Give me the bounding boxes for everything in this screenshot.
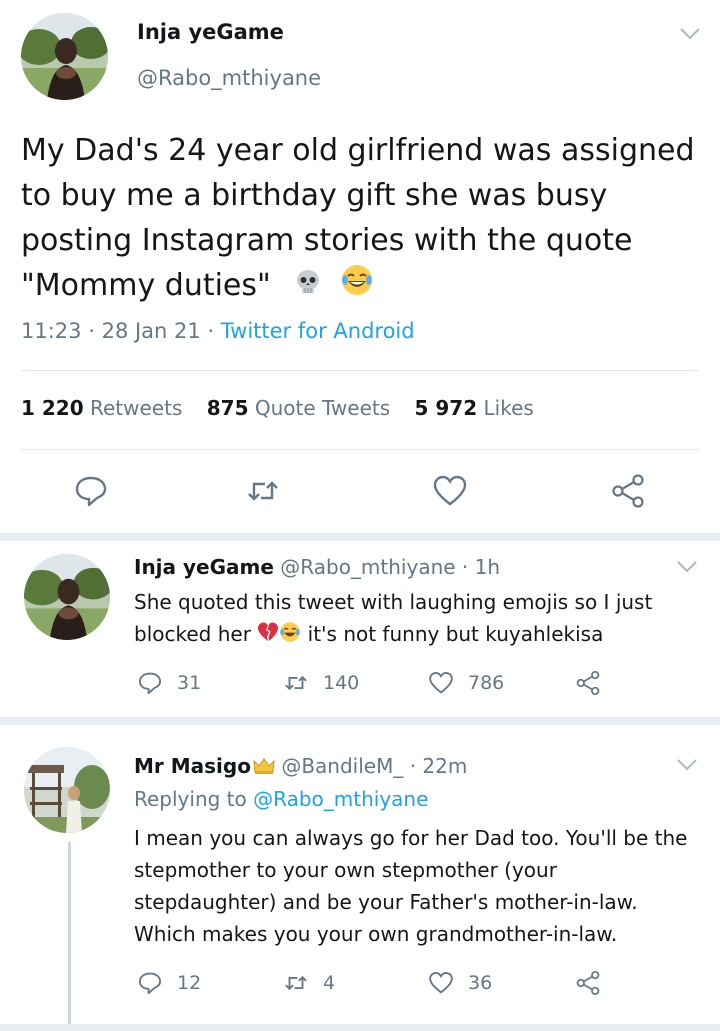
retweets-count: 1 220 bbox=[21, 396, 84, 420]
chevron-down-icon[interactable] bbox=[676, 560, 698, 574]
tweet-date: 28 Jan 21 bbox=[101, 319, 201, 343]
like-button[interactable]: 786 bbox=[428, 670, 504, 696]
user-handle[interactable]: @BandileM_ bbox=[281, 754, 403, 778]
meta-dot: · bbox=[461, 555, 469, 579]
reply-count: 12 bbox=[177, 972, 202, 994]
chevron-down-icon[interactable] bbox=[679, 27, 701, 41]
divider bbox=[21, 370, 699, 371]
quote-tweets-count: 875 bbox=[206, 396, 249, 420]
avatar[interactable] bbox=[24, 747, 110, 833]
display-name[interactable]: Inja yeGame bbox=[134, 555, 274, 579]
heart-icon bbox=[429, 971, 453, 994]
like-count: 786 bbox=[468, 672, 505, 694]
retweet-button[interactable]: 140 bbox=[283, 670, 359, 696]
avatar[interactable] bbox=[24, 554, 110, 640]
share-icon bbox=[612, 474, 644, 508]
heart-icon bbox=[429, 671, 453, 694]
reply-icon bbox=[75, 476, 107, 507]
divider bbox=[21, 449, 699, 450]
section-separator bbox=[0, 533, 720, 541]
quote-tweets-stat[interactable]: 875 Quote Tweets bbox=[207, 396, 390, 420]
share-button[interactable] bbox=[575, 970, 615, 996]
thread-line bbox=[68, 842, 71, 1024]
likes-label: Likes bbox=[483, 396, 534, 420]
tweet-client[interactable]: Twitter for Android bbox=[221, 319, 415, 343]
reply-button[interactable] bbox=[73, 473, 109, 509]
share-icon bbox=[576, 670, 600, 696]
section-separator bbox=[0, 717, 720, 725]
user-handle[interactable]: @Rabo_mthiyane bbox=[280, 555, 455, 579]
skull-emoji-icon bbox=[294, 264, 322, 309]
retweets-label: Retweets bbox=[90, 396, 183, 420]
reply-icon bbox=[138, 972, 162, 995]
meta-dot: · bbox=[88, 319, 102, 343]
reply-icon bbox=[138, 672, 162, 695]
reply-header: Mr Masigo @BandileM_ · 22m bbox=[134, 754, 467, 780]
replying-to: Replying to @Rabo_mthiyane bbox=[134, 787, 428, 811]
share-button[interactable] bbox=[610, 473, 646, 509]
reply-count: 31 bbox=[177, 672, 202, 694]
retweet-count: 4 bbox=[323, 972, 336, 994]
like-count: 36 bbox=[468, 972, 493, 994]
reply-text: She quoted this tweet with laughing emoj… bbox=[134, 586, 694, 652]
retweet-button[interactable]: 4 bbox=[283, 970, 335, 996]
section-separator bbox=[0, 1024, 720, 1031]
tweet-text: My Dad's 24 year old girlfriend was assi… bbox=[21, 128, 701, 310]
retweet-button[interactable] bbox=[245, 473, 281, 509]
likes-stat[interactable]: 5 972 Likes bbox=[415, 396, 534, 420]
reply-button[interactable]: 31 bbox=[137, 670, 201, 696]
display-name[interactable]: Mr Masigo bbox=[134, 754, 251, 778]
like-button[interactable]: 36 bbox=[428, 970, 492, 996]
tweet-time: 11:23 bbox=[21, 319, 82, 343]
broken-heart-emoji-icon bbox=[257, 620, 279, 652]
reply-age: 1h bbox=[474, 555, 501, 579]
retweet-count: 140 bbox=[323, 672, 360, 694]
display-name[interactable]: Inja yeGame bbox=[137, 20, 284, 44]
tweet-meta: 11:23 · 28 Jan 21 · Twitter for Android bbox=[21, 319, 415, 343]
retweet-icon bbox=[285, 975, 307, 991]
reply-text: I mean you can always go for her Dad too… bbox=[134, 826, 688, 946]
tweet-stats: 1 220 Retweets 875 Quote Tweets 5 972 Li… bbox=[21, 396, 552, 420]
chevron-down-icon[interactable] bbox=[676, 758, 698, 772]
crown-emoji-icon bbox=[253, 756, 275, 780]
quote-tweets-label: Quote Tweets bbox=[254, 396, 391, 420]
heart-icon bbox=[433, 475, 467, 506]
reply-header: Inja yeGame @Rabo_mthiyane · 1h bbox=[134, 555, 500, 579]
share-button[interactable] bbox=[575, 670, 615, 696]
retweets-stat[interactable]: 1 220 Retweets bbox=[21, 396, 182, 420]
meta-dot: · bbox=[207, 319, 221, 343]
tears-of-joy-emoji-icon bbox=[279, 620, 301, 652]
replying-to-handle[interactable]: @Rabo_mthiyane bbox=[253, 787, 428, 811]
share-icon bbox=[576, 970, 600, 996]
avatar[interactable] bbox=[21, 13, 108, 100]
reply-age: 22m bbox=[422, 754, 468, 778]
reply-body-continued: it's not funny but kuyahlekisa bbox=[307, 622, 604, 646]
reply-button[interactable]: 12 bbox=[137, 970, 201, 996]
meta-dot: · bbox=[409, 754, 417, 778]
like-button[interactable] bbox=[432, 473, 468, 509]
retweet-icon bbox=[285, 675, 307, 691]
main-tweet: Inja yeGame @Rabo_mthiyane My Dad's 24 y… bbox=[0, 0, 720, 533]
replying-to-label: Replying to bbox=[134, 787, 247, 811]
tears-of-joy-emoji-icon bbox=[340, 263, 374, 310]
retweet-icon bbox=[248, 481, 278, 501]
likes-count: 5 972 bbox=[414, 396, 478, 420]
user-handle[interactable]: @Rabo_mthiyane bbox=[137, 66, 321, 90]
